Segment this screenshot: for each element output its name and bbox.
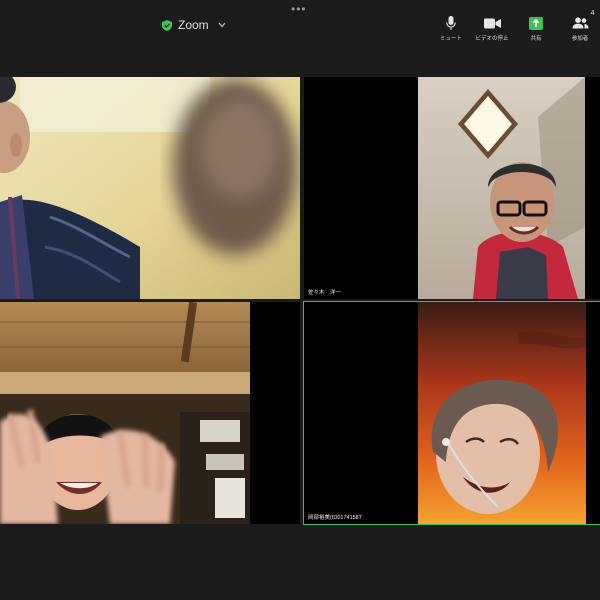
participant-name: 岡部裕美(ID01741587 (308, 515, 362, 521)
chevron-down-icon (218, 22, 226, 28)
video-tile-4[interactable]: 岡部裕美(ID01741587 (304, 302, 600, 524)
participants-icon (572, 17, 588, 29)
share-screen-button[interactable]: 共有 (511, 15, 561, 42)
encryption-shield-icon (162, 19, 172, 31)
microphone-icon (446, 15, 456, 30)
video-tile-3[interactable] (0, 302, 300, 524)
share-screen-icon (529, 16, 543, 30)
top-toolbar: ••• Zoom ミュート ビデオの停止 共有 4 参加者 (0, 0, 600, 50)
video-tile-2[interactable]: 佐々木 洋一 (304, 77, 600, 299)
participant-count-badge: 4 (590, 10, 595, 17)
participant-video-feed (304, 302, 600, 524)
share-label: 共有 (530, 36, 542, 42)
more-options-handle[interactable]: ••• (291, 2, 307, 16)
participant-name: 佐々木 洋一 (308, 290, 342, 296)
participants-button[interactable]: 4 参加者 (555, 10, 600, 42)
meeting-title: Zoom (178, 18, 209, 32)
participant-video-feed (304, 77, 600, 299)
mute-label: ミュート (439, 36, 462, 42)
participant-video-feed (0, 77, 300, 299)
stop-video-label: ビデオの停止 (475, 36, 509, 42)
video-tile-1[interactable] (0, 77, 300, 299)
participant-video-feed (0, 302, 300, 524)
participants-label: 参加者 (571, 36, 589, 42)
zoom-meeting-window: ••• Zoom ミュート ビデオの停止 共有 4 参加者 佐々木 洋一 岡部裕… (0, 0, 600, 600)
stop-video-button[interactable]: ビデオの停止 (467, 15, 517, 42)
video-camera-icon (483, 18, 501, 28)
meeting-title-dropdown[interactable]: Zoom (162, 18, 226, 32)
